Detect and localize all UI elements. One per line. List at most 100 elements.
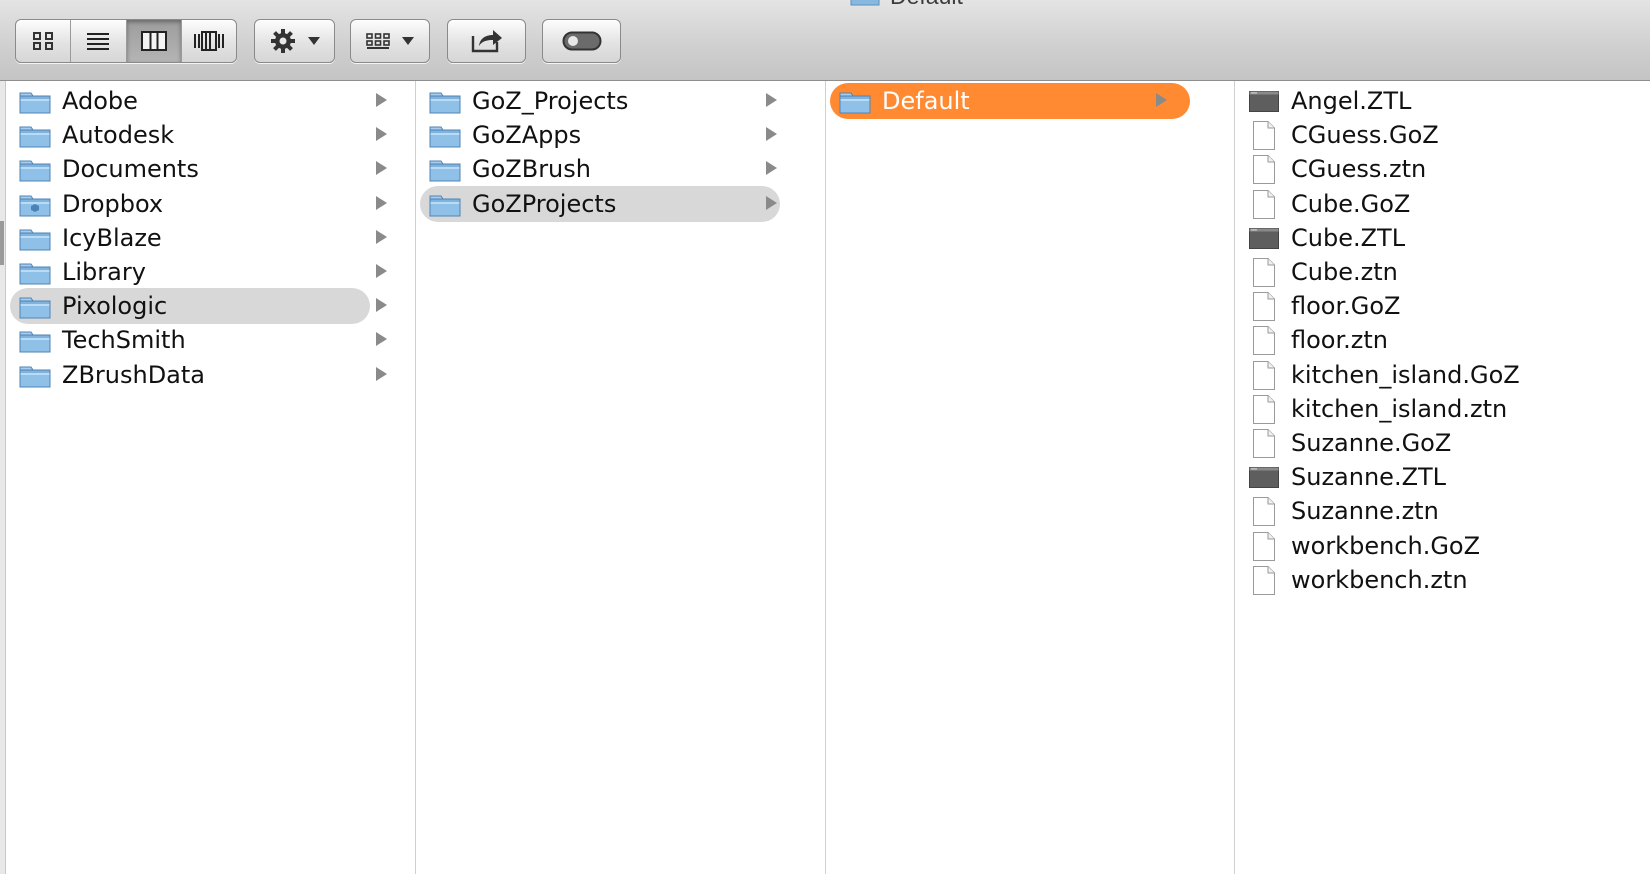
file-item-suzanne-goz[interactable]: Suzanne.GoZ xyxy=(1235,425,1650,461)
folder-icon xyxy=(19,229,51,251)
folder-item-gozprojects[interactable]: GoZProjects xyxy=(416,185,825,222)
chevron-down-icon xyxy=(402,37,414,45)
column-3[interactable]: Default xyxy=(826,81,1235,874)
folder-icon xyxy=(19,297,51,319)
folder-item-library[interactable]: Library xyxy=(6,254,415,290)
document-icon xyxy=(1253,429,1275,458)
file-item-workbench-ztn[interactable]: workbench.ztn xyxy=(1235,562,1650,598)
file-item-suzanne-ztl[interactable]: Suzanne.ZTL xyxy=(1235,459,1650,495)
folder-item-adobe[interactable]: Adobe xyxy=(6,83,415,119)
folder-item-pixologic[interactable]: Pixologic xyxy=(6,288,415,325)
cover-flow-button[interactable] xyxy=(182,20,236,62)
folder-item-gozapps[interactable]: GoZApps xyxy=(416,117,825,153)
document-icon xyxy=(1253,497,1275,527)
folder-item-autodesk[interactable]: Autodesk xyxy=(6,117,415,153)
column-view-icon xyxy=(140,31,167,51)
ztl-file-icon xyxy=(1249,91,1279,112)
item-label: Adobe xyxy=(62,87,138,115)
column-4[interactable]: Angel.ZTL CGuess.GoZ CGuess.ztn Cube.GoZ Cub… xyxy=(1235,81,1650,874)
item-label: Dropbox xyxy=(62,189,164,218)
disclosure-arrow-icon xyxy=(1156,93,1167,107)
document-icon xyxy=(1253,531,1275,561)
sidebar-edge-mark xyxy=(0,221,4,265)
item-label: kitchen_island.ztn xyxy=(1291,394,1508,423)
file-item-cube-ztn[interactable]: Cube.ztn xyxy=(1235,254,1650,290)
file-item-kitchen-island-goz[interactable]: kitchen_island.GoZ xyxy=(1235,357,1650,393)
item-label: GoZBrush xyxy=(472,155,591,184)
toolbar-toggle-icon xyxy=(562,31,601,51)
folder-item-gozbrush[interactable]: GoZBrush xyxy=(416,151,825,187)
item-label: Pixologic xyxy=(62,292,168,321)
toolbar: Default xyxy=(0,0,1650,81)
action-menu-button[interactable] xyxy=(254,19,335,63)
item-label: Angel.ZTL xyxy=(1291,87,1412,115)
folder-item-zbrushdata[interactable]: ZBrushData xyxy=(6,357,415,393)
toolbar-toggle-button[interactable] xyxy=(542,19,621,63)
cover-flow-icon xyxy=(193,31,224,51)
item-label: kitchen_island.GoZ xyxy=(1291,360,1520,389)
document-icon xyxy=(1253,326,1275,356)
item-label: IcyBlaze xyxy=(62,223,162,252)
list-view-button[interactable] xyxy=(71,20,127,62)
ztl-file-icon xyxy=(1249,467,1279,489)
folder-icon xyxy=(429,92,461,114)
file-item-suzanne-ztn[interactable]: Suzanne.ztn xyxy=(1235,493,1650,529)
file-item-cguess-ztn[interactable]: CGuess.ztn xyxy=(1235,151,1650,187)
folder-icon xyxy=(839,92,871,114)
column-1[interactable]: Adobe Autodesk Documents Dropbox IcyBlaze Lib… xyxy=(6,81,416,874)
folder-item-icyblaze[interactable]: IcyBlaze xyxy=(6,220,415,256)
file-item-cguess-goz[interactable]: CGuess.GoZ xyxy=(1235,117,1650,153)
file-item-floor-goz[interactable]: floor.GoZ xyxy=(1235,288,1650,324)
document-icon xyxy=(1253,565,1275,595)
disclosure-arrow-icon xyxy=(766,127,777,142)
file-item-floor-ztn[interactable]: floor.ztn xyxy=(1235,322,1650,358)
item-label: ZBrushData xyxy=(62,360,206,389)
folder-icon xyxy=(429,195,461,217)
gear-icon xyxy=(270,29,295,53)
disclosure-arrow-icon xyxy=(766,161,777,176)
column-browser: Adobe Autodesk Documents Dropbox IcyBlaze Lib… xyxy=(0,81,1650,874)
file-item-cube-goz[interactable]: Cube.GoZ xyxy=(1235,186,1650,222)
file-item-angel-ztl[interactable]: Angel.ZTL xyxy=(1235,83,1650,119)
folder-item-techsmith[interactable]: TechSmith xyxy=(6,322,415,358)
folder-icon xyxy=(19,92,51,114)
icon-view-button[interactable] xyxy=(16,20,72,62)
disclosure-arrow-icon xyxy=(376,93,387,107)
folder-item-dropbox[interactable]: Dropbox xyxy=(6,186,415,222)
disclosure-arrow-icon xyxy=(766,93,777,107)
file-item-kitchen-island-ztn[interactable]: kitchen_island.ztn xyxy=(1235,391,1650,427)
file-item-cube-ztl[interactable]: Cube.ZTL xyxy=(1235,220,1650,256)
item-label: GoZApps xyxy=(472,121,582,150)
item-label: Suzanne.ztn xyxy=(1291,497,1439,526)
folder-icon xyxy=(19,160,51,182)
item-label: Cube.ztn xyxy=(1291,258,1398,286)
icon-view-icon xyxy=(33,32,54,50)
folder-icon xyxy=(19,366,51,388)
item-label: Documents xyxy=(62,155,199,184)
disclosure-arrow-icon xyxy=(376,229,387,244)
folder-item-goz-projects[interactable]: GoZ_Projects xyxy=(416,83,825,119)
disclosure-arrow-icon xyxy=(376,161,387,176)
document-icon xyxy=(1253,394,1275,424)
column-2[interactable]: GoZ_Projects GoZApps GoZBrush GoZProjects xyxy=(416,81,826,874)
finder-window: Default xyxy=(0,0,1650,874)
item-label: Autodesk xyxy=(62,121,175,150)
folder-item-documents[interactable]: Documents xyxy=(6,151,415,187)
document-icon xyxy=(1253,258,1275,287)
disclosure-arrow-icon xyxy=(766,195,777,210)
window-title-area: Default xyxy=(850,0,963,10)
document-icon xyxy=(1253,121,1275,151)
document-icon xyxy=(1253,292,1275,322)
file-item-workbench-goz[interactable]: workbench.GoZ xyxy=(1235,528,1650,564)
folder-item-default[interactable]: Default xyxy=(826,83,1234,119)
item-label: Cube.GoZ xyxy=(1291,189,1411,218)
arrange-menu-button[interactable] xyxy=(350,19,430,63)
item-label: Suzanne.ZTL xyxy=(1291,463,1447,492)
document-icon xyxy=(1253,189,1275,219)
dropbox-folder-icon xyxy=(19,195,51,217)
column-view-button[interactable] xyxy=(126,20,182,62)
share-button[interactable] xyxy=(447,19,526,63)
window-title: Default xyxy=(890,0,963,10)
folder-icon xyxy=(429,126,461,148)
item-label: Library xyxy=(62,258,146,286)
